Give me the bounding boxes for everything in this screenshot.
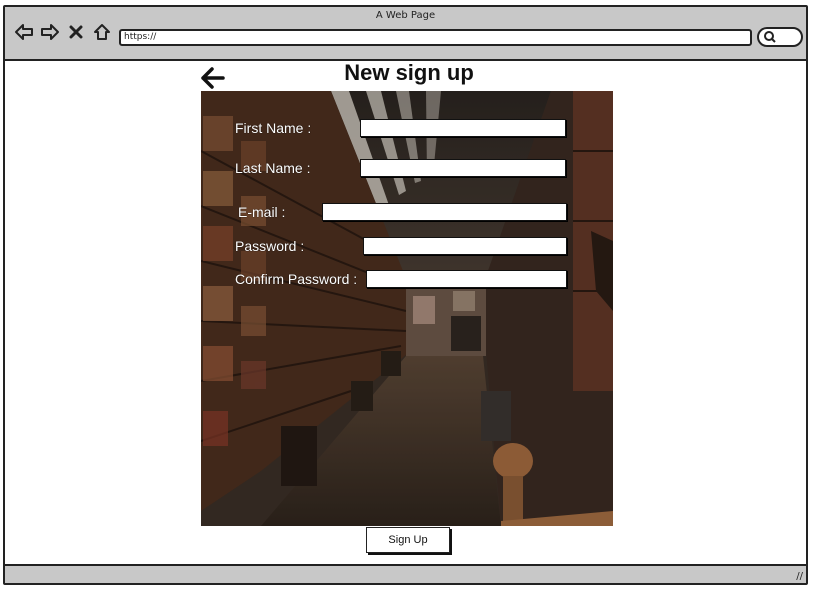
password-label: Password : — [235, 238, 305, 254]
library-hallway-illustration — [201, 91, 613, 526]
first-name-label: First Name : — [235, 120, 312, 136]
sign-up-button[interactable]: Sign Up — [366, 527, 450, 553]
address-bar[interactable]: https:// — [119, 29, 752, 46]
search-icon — [764, 31, 776, 43]
forward-arrow-icon — [41, 24, 59, 40]
browser-statusbar: // — [5, 564, 806, 583]
confirm-password-label: Confirm Password : — [235, 271, 358, 287]
browser-nav — [13, 21, 113, 43]
last-name-label: Last Name : — [235, 160, 311, 176]
last-name-field[interactable] — [360, 159, 566, 177]
library-background-image: First Name : Last Name : E-mail : Passwo… — [201, 91, 613, 526]
back-arrow-icon — [15, 24, 33, 40]
confirm-password-field[interactable] — [366, 270, 567, 288]
page-title: New sign up — [344, 60, 474, 85]
browser-stop-button[interactable] — [65, 21, 87, 43]
first-name-field[interactable] — [360, 119, 566, 137]
home-icon — [94, 24, 110, 40]
close-icon — [69, 25, 83, 39]
email-label: E-mail : — [238, 204, 286, 220]
browser-titlebar: A Web Page https:// — [5, 7, 806, 61]
window-title: A Web Page — [375, 10, 436, 21]
browser-forward-button[interactable] — [39, 21, 61, 43]
email-field[interactable] — [322, 203, 567, 221]
browser-search-button[interactable] — [757, 27, 803, 47]
password-field[interactable] — [363, 237, 567, 255]
resize-grip-icon[interactable]: // — [796, 571, 803, 582]
browser-back-button[interactable] — [13, 21, 35, 43]
back-arrow-icon[interactable] — [200, 66, 226, 90]
browser-home-button[interactable] — [91, 21, 113, 43]
